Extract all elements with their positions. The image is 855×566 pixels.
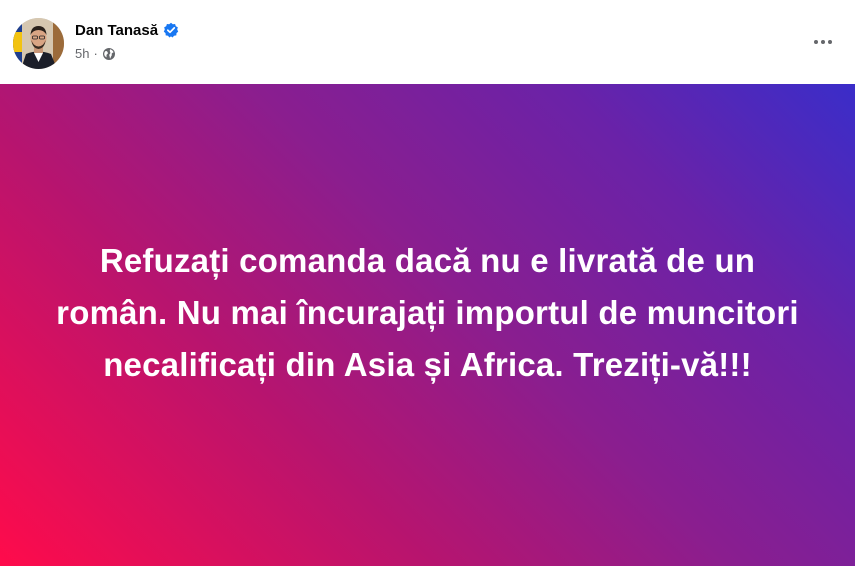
post-text: Refuzați comanda dacă nu e livrată de un… xyxy=(56,242,799,383)
post-header: Dan Tanasă 5h · xyxy=(0,0,855,84)
post-timestamp[interactable]: 5h xyxy=(75,46,89,61)
author-name[interactable]: Dan Tanasă xyxy=(75,22,158,39)
more-options-button[interactable] xyxy=(805,24,841,60)
meta-separator: · xyxy=(93,46,98,61)
post-background-card: Refuzați comanda dacă nu e livrată de un… xyxy=(0,84,855,566)
author-line: Dan Tanasă xyxy=(75,20,179,40)
post-meta: 5h · xyxy=(75,46,116,61)
avatar-image xyxy=(13,18,64,69)
facebook-post: Dan Tanasă 5h · Refuzați comanda dacă nu… xyxy=(0,0,855,566)
author-avatar[interactable] xyxy=(13,18,64,69)
verified-badge-icon xyxy=(163,22,179,38)
more-options-icon xyxy=(814,40,832,44)
globe-icon[interactable] xyxy=(102,47,116,61)
